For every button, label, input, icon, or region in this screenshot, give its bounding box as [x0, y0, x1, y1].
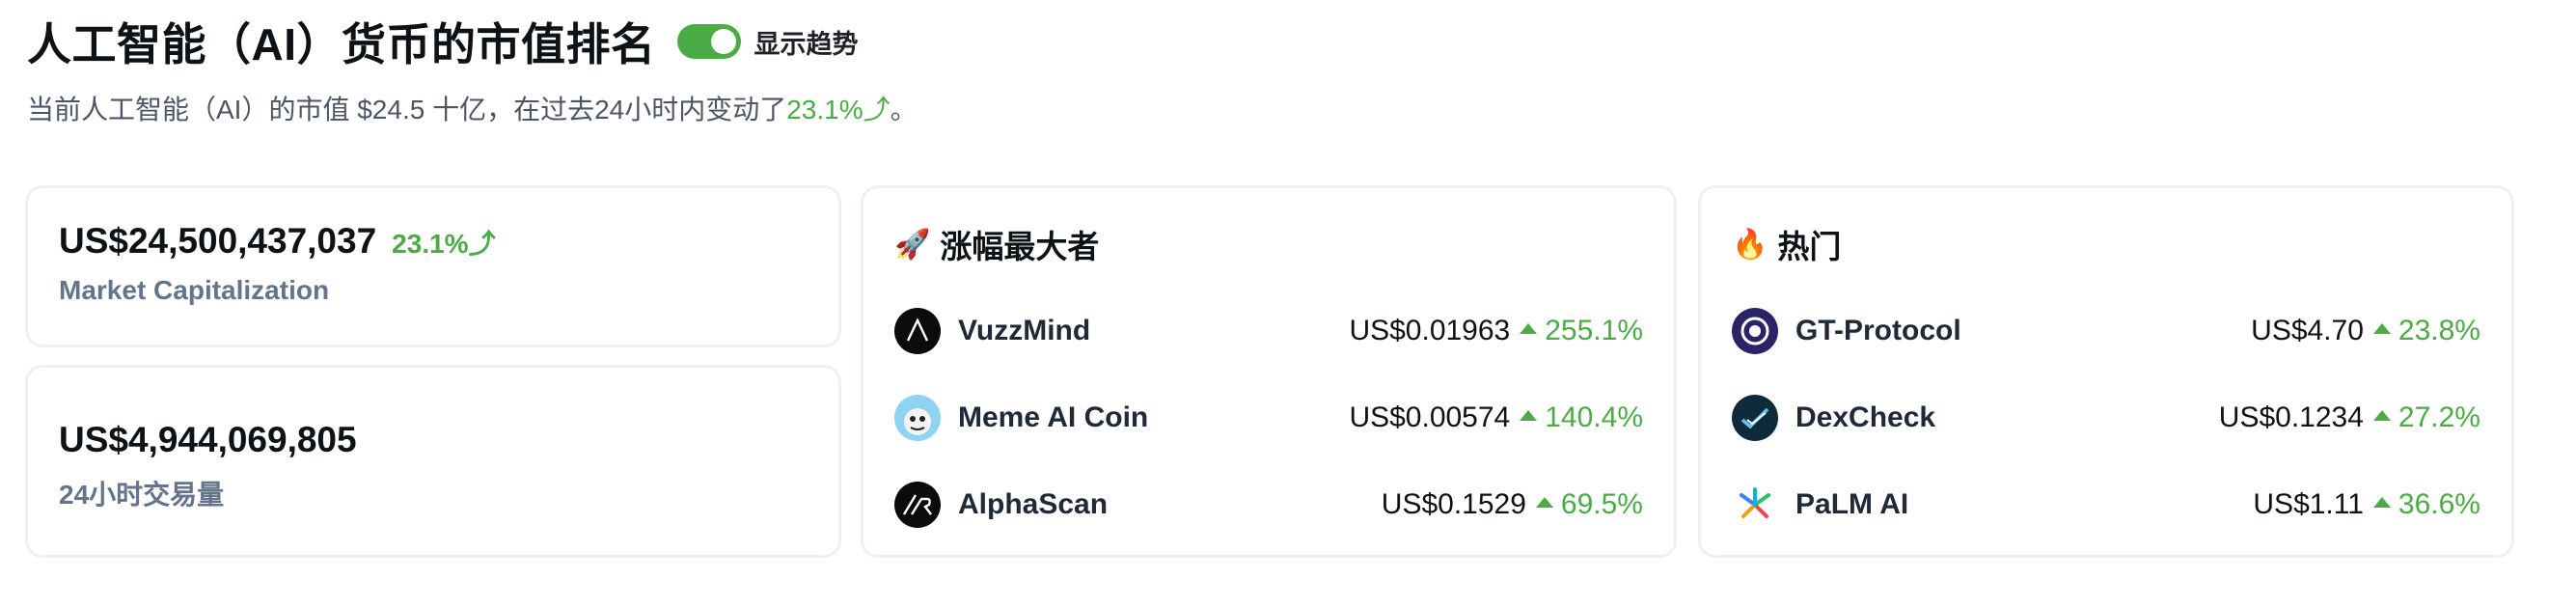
coin-name[interactable]: GT-Protocol	[1795, 315, 1961, 347]
fire-icon: 🔥	[1732, 228, 1768, 261]
palm-ai-logo-icon	[1732, 482, 1778, 528]
coin-price: US$4.70	[2251, 315, 2364, 346]
coin-name[interactable]: Meme AI Coin	[958, 401, 1148, 434]
market-summary: 当前人工智能（AI）的市值 $24.5 十亿，在过去24小时内变动了23.1%⤴…	[27, 89, 2535, 127]
summary-change: 23.1%⤴	[786, 95, 891, 124]
coin-price: US$0.1234	[2218, 401, 2364, 433]
show-trend-label: 显示趋势	[754, 29, 859, 59]
coin-change: 69.5%	[1560, 488, 1643, 520]
market-cap-card: US$24,500,437,037 23.1%⤴ Market Capitali…	[25, 185, 841, 347]
up-triangle-icon	[1520, 409, 1538, 421]
trending-row[interactable]: PaLM AI US$1.11 36.6%	[1732, 478, 2480, 532]
up-triangle-icon	[2372, 496, 2391, 508]
coin-change: 36.6%	[2398, 488, 2480, 520]
trending-title: 🔥 热门	[1732, 221, 1841, 267]
vuzzmind-logo-icon	[894, 308, 941, 354]
market-cap-change: 23.1%⤴	[392, 229, 496, 259]
gainer-row[interactable]: AlphaScan US$0.1529 69.5%	[894, 478, 1643, 532]
summary-text: 当前人工智能（AI）的市值 $24.5 十亿，在过去24小时内变动了	[27, 95, 787, 124]
trending-heading: 热门	[1777, 229, 1842, 264]
page-title: 人工智能（AI）货币的市值排名	[27, 19, 656, 69]
coin-price: US$1.11	[2253, 488, 2364, 520]
volume-card: US$4,944,069,805 24小时交易量	[25, 365, 841, 558]
coin-change: 23.8%	[2398, 315, 2480, 346]
coin-change: 27.2%	[2398, 401, 2480, 433]
market-cap-label: Market Capitalization	[59, 275, 330, 305]
top-gainers-card: 🚀 涨幅最大者 VuzzMind US$0.01963 255.1% Meme …	[861, 185, 1677, 558]
meme-ai-logo-icon	[894, 395, 941, 441]
coin-name[interactable]: PaLM AI	[1795, 488, 1908, 521]
gainer-row[interactable]: Meme AI Coin US$0.00574 140.4%	[894, 391, 1643, 445]
rocket-icon: 🚀	[894, 228, 931, 261]
coin-name[interactable]: AlphaScan	[958, 488, 1108, 521]
page-header: 人工智能（AI）货币的市值排名 显示趋势 当前人工智能（AI）的市值 $24.5…	[27, 8, 2535, 127]
coin-name[interactable]: DexCheck	[1795, 401, 1935, 434]
up-triangle-icon	[1535, 496, 1553, 508]
up-triangle-icon	[2372, 322, 2391, 334]
trending-row[interactable]: DexCheck US$0.1234 27.2%	[1732, 391, 2480, 445]
up-triangle-icon	[1520, 322, 1538, 334]
market-cap-value: US$24,500,437,037	[59, 221, 377, 261]
coin-name[interactable]: VuzzMind	[958, 315, 1090, 347]
volume-label: 24小时交易量	[59, 480, 225, 510]
top-gainers-heading: 涨幅最大者	[940, 229, 1100, 264]
summary-suffix: 。	[890, 95, 918, 124]
up-triangle-icon	[2372, 409, 2391, 421]
coin-price: US$0.1529	[1381, 488, 1526, 520]
coin-price: US$0.01963	[1349, 315, 1511, 346]
coin-price: US$0.00574	[1349, 401, 1511, 433]
trending-row[interactable]: GT-Protocol US$4.70 23.8%	[1732, 304, 2480, 358]
trending-card: 🔥 热门 GT-Protocol US$4.70 23.8% DexCheck …	[1698, 185, 2514, 558]
coin-change: 140.4%	[1545, 401, 1643, 433]
top-gainers-title: 🚀 涨幅最大者	[894, 221, 1099, 267]
alphascan-logo-icon	[894, 482, 941, 528]
volume-value: US$4,944,069,805	[59, 420, 357, 459]
gt-protocol-logo-icon	[1732, 308, 1778, 354]
toggle-knob	[710, 29, 736, 54]
coin-change: 255.1%	[1545, 315, 1643, 346]
show-trend-toggle[interactable]	[676, 24, 741, 59]
dexcheck-logo-icon	[1732, 395, 1778, 441]
gainer-row[interactable]: VuzzMind US$0.01963 255.1%	[894, 304, 1643, 358]
